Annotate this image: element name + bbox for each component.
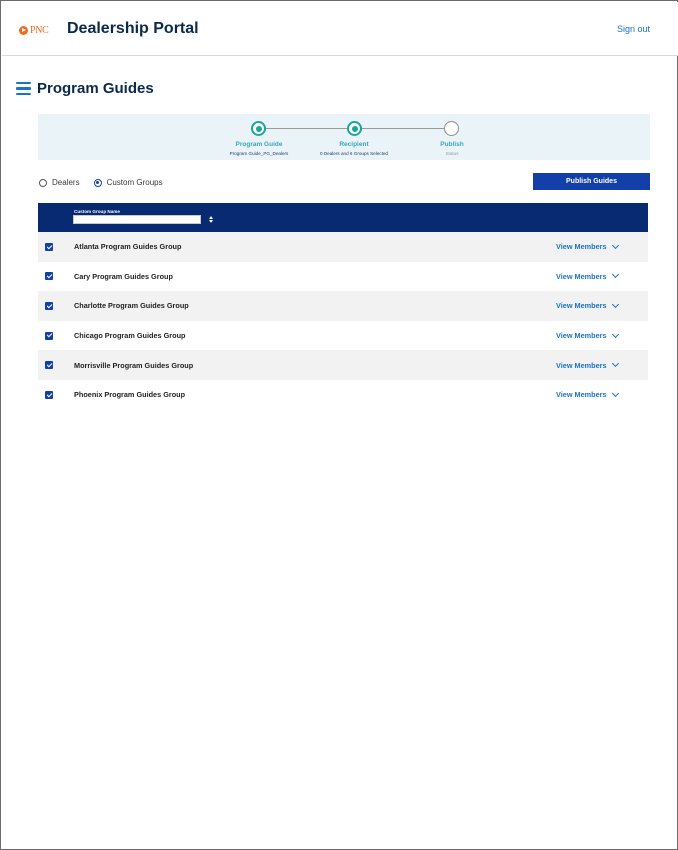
top-header: PNC Dealership Portal Sign out <box>2 2 678 56</box>
view-members-link[interactable]: View Members <box>556 360 619 370</box>
view-members-link[interactable]: View Members <box>556 271 619 281</box>
chevron-down-icon <box>611 389 619 397</box>
radio-dealers-icon[interactable] <box>39 178 47 187</box>
view-members-label: View Members <box>556 301 607 311</box>
app-window: PNC Dealership Portal Sign out Program G… <box>0 0 678 850</box>
row-checkbox[interactable] <box>45 242 53 251</box>
publish-guides-button[interactable]: Publish Guides <box>533 173 650 190</box>
step-connector-1 <box>266 128 354 129</box>
table-row: Chicago Program Guides Group View Member… <box>38 321 648 351</box>
radio-dealers-label: Dealers <box>52 178 80 187</box>
step-3-pending-icon <box>444 121 459 136</box>
step-3-sublabel: Status <box>445 151 459 156</box>
table-header: Custom Group Name <box>38 203 648 232</box>
view-members-label: View Members <box>556 242 607 252</box>
app-title: Dealership Portal <box>67 20 199 37</box>
step-3-label: Publish <box>440 141 464 148</box>
view-members-label: View Members <box>556 390 607 400</box>
group-name-filter-input[interactable] <box>73 215 201 224</box>
radio-dealers[interactable]: Dealers <box>39 178 80 187</box>
table-row: Phoenix Program Guides Group View Member… <box>38 380 648 410</box>
chevron-down-icon <box>611 300 619 309</box>
view-members-link[interactable]: View Members <box>556 241 619 252</box>
column-header-custom-group-name: Custom Group Name <box>74 209 120 214</box>
group-name: Cary Program Guides Group <box>74 271 173 281</box>
pnc-logo-text: PNC <box>30 24 49 36</box>
group-name: Phoenix Program Guides Group <box>74 390 186 400</box>
pnc-logo-mark-icon <box>19 25 28 35</box>
step-1-complete-icon <box>251 121 266 136</box>
sign-out-link[interactable]: Sign out <box>617 24 650 34</box>
view-members-link[interactable]: View Members <box>556 389 619 400</box>
table-row: Atlanta Program Guides Group View Member… <box>38 232 648 262</box>
chevron-down-icon <box>611 330 619 338</box>
progress-stepper: Program Guide Program Guide_PG_Dealers R… <box>38 114 650 160</box>
group-name: Atlanta Program Guides Group <box>74 242 182 252</box>
chevron-down-icon <box>611 271 619 279</box>
sort-icon[interactable] <box>209 216 213 224</box>
row-checkbox[interactable] <box>45 390 53 399</box>
radio-custom-groups-label: Custom Groups <box>106 178 163 187</box>
recipient-type-radio-group: Dealers Custom Groups <box>39 178 177 187</box>
view-members-label: View Members <box>556 271 607 281</box>
table-row: Cary Program Guides Group View Members <box>38 262 648 292</box>
group-name: Charlotte Program Guides Group <box>74 301 189 311</box>
view-members-label: View Members <box>556 331 607 341</box>
step-connector-2 <box>362 128 444 129</box>
view-members-label: View Members <box>556 360 607 370</box>
radio-custom-groups[interactable]: Custom Groups <box>93 178 163 187</box>
chevron-down-icon <box>611 241 619 249</box>
pnc-logo: PNC <box>19 23 49 37</box>
view-members-link[interactable]: View Members <box>556 330 619 341</box>
row-checkbox[interactable] <box>45 361 53 370</box>
group-name: Morrisville Program Guides Group <box>74 360 194 370</box>
group-name: Chicago Program Guides Group <box>74 331 186 341</box>
custom-groups-table: Custom Group Name Atlanta Program Guides… <box>38 203 648 410</box>
row-checkbox[interactable] <box>45 331 53 340</box>
menu-icon[interactable] <box>16 82 31 95</box>
row-checkbox[interactable] <box>45 272 53 281</box>
row-checkbox[interactable] <box>45 301 53 310</box>
table-row: Morrisville Program Guides Group View Me… <box>38 350 648 380</box>
step-2-complete-icon <box>347 121 362 136</box>
page-title: Program Guides <box>37 80 154 97</box>
radio-custom-groups-icon[interactable] <box>93 178 102 187</box>
view-members-link[interactable]: View Members <box>556 300 619 311</box>
chevron-down-icon <box>611 360 619 368</box>
table-row: Charlotte Program Guides Group View Memb… <box>38 291 648 321</box>
